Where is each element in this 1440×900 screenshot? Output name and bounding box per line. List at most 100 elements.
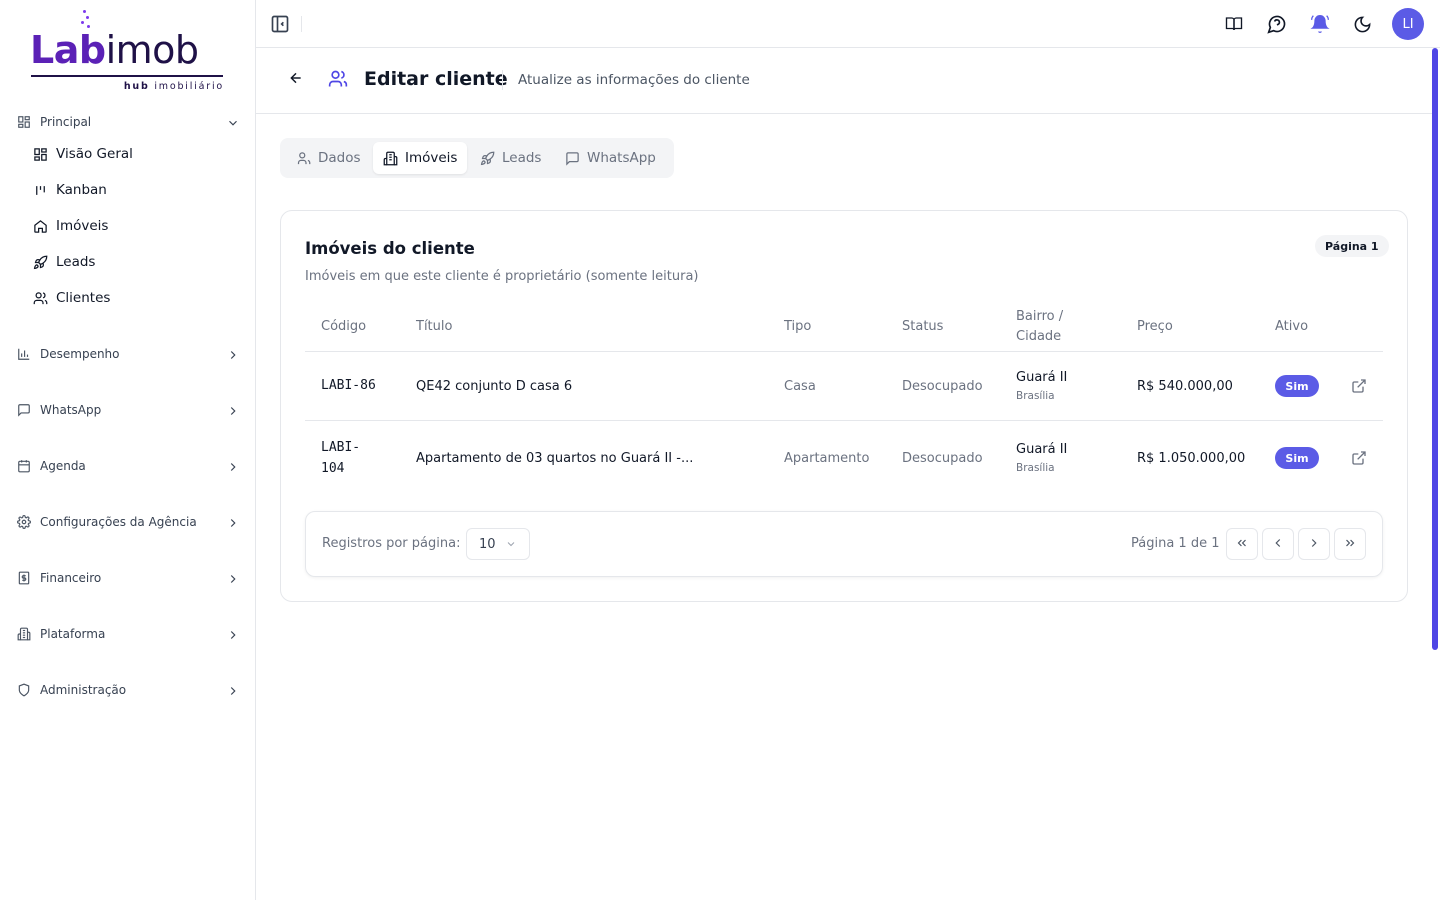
card-description: Imóveis em que este cliente é proprietár… bbox=[305, 269, 699, 284]
chevron-down-icon bbox=[226, 115, 240, 129]
bar-chart-icon bbox=[16, 346, 32, 362]
arrow-left-icon[interactable] bbox=[288, 70, 306, 88]
chevron-left-icon bbox=[1271, 535, 1285, 554]
message-square-icon bbox=[16, 402, 32, 418]
page-title: Editar cliente bbox=[364, 68, 508, 90]
dollar-receipt-icon bbox=[16, 570, 32, 586]
layout-grid-icon bbox=[32, 146, 48, 162]
active-badge: Sim bbox=[1275, 447, 1319, 469]
pagination-bar: Registros por página: 10 Página 1 de 1 bbox=[305, 511, 1383, 577]
cell-codigo: LABI- bbox=[321, 440, 361, 455]
sidebar-toggle-icon[interactable] bbox=[270, 14, 290, 34]
book-icon[interactable] bbox=[1222, 12, 1246, 36]
nav-group-label: Principal bbox=[40, 115, 92, 129]
column-header-codigo: Código bbox=[321, 319, 367, 334]
tab-imoveis[interactable]: Imóveis bbox=[373, 142, 468, 174]
card-title: Imóveis do cliente bbox=[305, 239, 475, 258]
sidebar-item-kanban[interactable]: Kanban bbox=[32, 178, 232, 202]
external-link-icon[interactable] bbox=[1351, 450, 1367, 466]
tab-dados[interactable]: Dados bbox=[286, 142, 371, 174]
page-info: Página 1 de 1 bbox=[1131, 536, 1220, 551]
topbar-divider bbox=[301, 16, 302, 32]
tab-leads[interactable]: Leads bbox=[470, 142, 551, 174]
kanban-icon bbox=[32, 182, 48, 198]
nav-group-financeiro[interactable]: Financeiro bbox=[16, 566, 240, 590]
table-divider bbox=[305, 351, 1383, 352]
chevron-right-icon bbox=[226, 459, 240, 473]
nav-group-principal[interactable]: Principal bbox=[16, 110, 240, 134]
help-chat-icon[interactable] bbox=[1265, 12, 1289, 36]
nav-group-whatsapp[interactable]: WhatsApp bbox=[16, 398, 240, 422]
users-icon bbox=[328, 69, 348, 89]
nav-group-label: Financeiro bbox=[40, 571, 102, 585]
nav-group-desempenho[interactable]: Desempenho bbox=[16, 342, 240, 366]
chevron-down-icon bbox=[505, 538, 517, 550]
chevron-right-icon bbox=[226, 347, 240, 361]
column-header-bairro: Bairro / bbox=[1016, 309, 1064, 324]
client-properties-card: Imóveis do cliente Imóveis em que este c… bbox=[280, 210, 1408, 602]
tab-label: Imóveis bbox=[405, 150, 458, 166]
cell-cidade: Brasília bbox=[1016, 390, 1055, 402]
cell-titulo: Apartamento de 03 quartos no Guará II -.… bbox=[416, 451, 694, 466]
rows-per-page-select[interactable]: 10 bbox=[466, 528, 530, 560]
nav-group-configuracoes[interactable]: Configurações da Agência bbox=[16, 510, 240, 534]
nav-group-label: Configurações da Agência bbox=[40, 515, 197, 529]
user-avatar[interactable]: LI bbox=[1392, 8, 1424, 40]
chevron-right-icon bbox=[226, 683, 240, 697]
tab-label: Leads bbox=[502, 150, 542, 166]
chevron-right-icon bbox=[226, 403, 240, 417]
cell-bairro: Guará II bbox=[1016, 442, 1068, 457]
sidebar-item-label: Visão Geral bbox=[56, 146, 133, 162]
sidebar-item-label: Clientes bbox=[56, 290, 111, 306]
nav-group-label: Administração bbox=[40, 683, 127, 697]
shield-icon bbox=[16, 682, 32, 698]
sidebar-item-label: Kanban bbox=[56, 182, 107, 198]
sidebar-item-leads[interactable]: Leads bbox=[32, 250, 232, 274]
sidebar-item-imoveis[interactable]: Imóveis bbox=[32, 214, 232, 238]
brand-logo[interactable]: Labimob hub imobiliário bbox=[30, 8, 226, 94]
sidebar-item-visao-geral[interactable]: Visão Geral bbox=[32, 142, 232, 166]
tab-whatsapp[interactable]: WhatsApp bbox=[555, 142, 666, 174]
cell-cidade: Brasília bbox=[1016, 462, 1055, 474]
cell-preco: R$ 540.000,00 bbox=[1137, 379, 1233, 394]
logo-wordmark: Labimob bbox=[30, 28, 199, 72]
column-header-ativo: Ativo bbox=[1275, 319, 1309, 334]
column-header-preco: Preço bbox=[1137, 319, 1173, 334]
chevrons-right-icon bbox=[1343, 535, 1357, 554]
chevrons-left-icon bbox=[1235, 535, 1249, 554]
nav-group-agenda[interactable]: Agenda bbox=[16, 454, 240, 478]
cell-bairro: Guará II bbox=[1016, 370, 1068, 385]
cell-preco: R$ 1.050.000,00 bbox=[1137, 451, 1246, 466]
cell-codigo-cont: 104 bbox=[321, 461, 345, 476]
previous-page-button[interactable] bbox=[1262, 528, 1294, 560]
cell-codigo: LABI-86 bbox=[321, 378, 376, 393]
moon-icon[interactable] bbox=[1350, 12, 1374, 36]
gear-icon bbox=[16, 514, 32, 530]
scrollbar[interactable] bbox=[1432, 48, 1438, 650]
last-page-button[interactable] bbox=[1334, 528, 1366, 560]
bell-ringing-icon[interactable] bbox=[1308, 12, 1332, 36]
tab-list: Dados Imóveis Leads WhatsApp bbox=[280, 138, 674, 178]
layout-grid-icon bbox=[16, 114, 32, 130]
chevron-right-icon bbox=[226, 571, 240, 585]
column-header-status: Status bbox=[902, 319, 944, 334]
nav-group-label: WhatsApp bbox=[40, 403, 102, 417]
column-header-titulo: Título bbox=[416, 319, 453, 334]
users-icon bbox=[32, 290, 48, 306]
external-link-icon[interactable] bbox=[1351, 378, 1367, 394]
active-badge: Sim bbox=[1275, 375, 1319, 397]
calendar-icon bbox=[16, 458, 32, 474]
message-square-icon bbox=[565, 150, 581, 166]
cell-status: Desocupado bbox=[902, 379, 983, 394]
nav-group-plataforma[interactable]: Plataforma bbox=[16, 622, 240, 646]
chevron-right-icon bbox=[226, 515, 240, 529]
topbar: LI bbox=[256, 0, 1440, 48]
nav-group-label: Plataforma bbox=[40, 627, 106, 641]
next-page-button[interactable] bbox=[1298, 528, 1330, 560]
sidebar-item-clientes[interactable]: Clientes bbox=[32, 286, 232, 310]
building-icon bbox=[16, 626, 32, 642]
rows-per-page-label: Registros por página: bbox=[322, 536, 461, 551]
nav-group-administracao[interactable]: Administração bbox=[16, 678, 240, 702]
first-page-button[interactable] bbox=[1226, 528, 1258, 560]
page-badge: Página 1 bbox=[1315, 235, 1389, 257]
